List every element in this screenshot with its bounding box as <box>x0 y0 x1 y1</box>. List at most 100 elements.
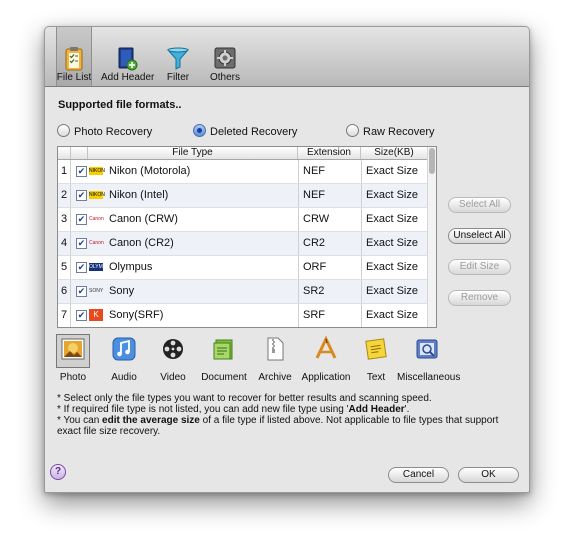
table-row[interactable]: 4 ✔ Canon Canon (CR2) CR2 Exact Size <box>58 232 428 256</box>
file-type-name: Olympus <box>109 261 153 273</box>
row-checkbox[interactable]: ✔ <box>76 238 87 249</box>
file-size: Exact Size <box>361 256 426 279</box>
toolbar-file-list-button[interactable]: File List <box>56 27 92 86</box>
audio-note-icon <box>112 337 136 361</box>
note-line-3-bold: edit the average size <box>102 415 200 426</box>
toolbar-others-label: Others <box>209 72 240 83</box>
photo-recovery-label: Photo Recovery <box>74 126 153 138</box>
file-size: Exact Size <box>361 304 426 327</box>
file-size: Exact Size <box>361 160 426 183</box>
file-extension: CRW <box>298 208 363 231</box>
file-size: Exact Size <box>361 208 426 231</box>
file-extension: SR2 <box>298 280 363 303</box>
deleted-recovery-label: Deleted Recovery <box>210 126 298 138</box>
row-checkbox[interactable]: ✔ <box>76 310 87 321</box>
deleted-recovery-radio[interactable]: Deleted Recovery <box>193 124 297 138</box>
row-number: 1 <box>58 160 71 183</box>
file-size: Exact Size <box>361 232 426 255</box>
table-row[interactable]: 5 ✔ OLYMPUS Olympus ORF Exact Size <box>58 256 428 280</box>
toolbar-filter-button[interactable]: Filter <box>159 27 197 86</box>
text-note-icon <box>365 338 387 360</box>
file-extension: CR2 <box>298 232 363 255</box>
nikon-logo-icon: NIKON <box>89 191 105 199</box>
table-header: File Type Extension Size(KB) <box>58 147 428 160</box>
application-icon <box>315 336 337 359</box>
photo-icon <box>61 338 85 360</box>
edit-size-button[interactable]: Edit Size <box>448 259 511 275</box>
file-size: Exact Size <box>361 280 426 303</box>
kodak-logo-icon: K <box>89 309 103 321</box>
table-row[interactable]: 6 ✔ SONY Sony SR2 Exact Size <box>58 280 428 304</box>
gear-box-icon <box>214 47 236 69</box>
note-line-2-end: '. <box>404 404 410 415</box>
file-type-header[interactable]: File Type <box>88 147 298 159</box>
supported-formats-heading: Supported file formats.. <box>58 99 182 111</box>
note-line-2-bold: Add Header <box>348 404 405 415</box>
film-reel-icon <box>163 339 183 359</box>
size-header[interactable]: Size(KB) <box>361 147 427 159</box>
row-number-header <box>58 147 71 159</box>
table-row[interactable]: 3 ✔ Canon Canon (CRW) CRW Exact Size <box>58 208 428 232</box>
help-button[interactable]: ? <box>50 464 66 480</box>
toolbar-add-header-label: Add Header <box>101 72 155 83</box>
canon-logo-icon: Canon <box>89 216 104 222</box>
raw-recovery-label: Raw Recovery <box>363 126 435 138</box>
funnel-icon <box>166 47 190 70</box>
toolbar-filter-label: Filter <box>166 72 190 83</box>
table-row[interactable]: 2 ✔ NIKON Nikon (Intel) NEF Exact Size <box>58 184 428 208</box>
row-checkbox[interactable]: ✔ <box>76 190 87 201</box>
file-extension: NEF <box>298 184 363 207</box>
file-formats-dialog: File List Add Header Filter Others Suppo… <box>44 26 530 493</box>
row-number: 7 <box>58 304 71 327</box>
note-line-3-text: * You can <box>57 415 103 426</box>
category-miscellaneous-label: Miscellaneous <box>397 372 461 383</box>
file-type-name: Nikon (Motorola) <box>109 165 191 177</box>
canon-logo-icon: Canon <box>89 240 104 246</box>
table-row[interactable]: 7 ✔ K Sony(SRF) SRF Exact Size <box>58 304 428 327</box>
row-checkbox[interactable]: ✔ <box>76 214 87 225</box>
book-add-icon <box>118 47 138 71</box>
file-extension: SRF <box>298 304 363 327</box>
file-type-table: File Type Extension Size(KB) 1 ✔ NIKON N… <box>57 146 437 328</box>
file-extension: NEF <box>298 160 363 183</box>
file-type-name: Nikon (Intel) <box>109 189 169 201</box>
toolbar-others-button[interactable]: Others <box>205 27 245 86</box>
table-scrollbar[interactable] <box>427 147 436 327</box>
row-number: 5 <box>58 256 71 279</box>
remove-button[interactable]: Remove <box>448 290 511 306</box>
select-all-button[interactable]: Select All <box>448 197 511 213</box>
olympus-logo-icon: OLYMPUS <box>89 263 114 271</box>
cancel-button[interactable]: Cancel <box>388 467 449 483</box>
ok-button[interactable]: OK <box>458 467 519 483</box>
unselect-all-button[interactable]: Unselect All <box>448 228 511 244</box>
row-checkbox[interactable]: ✔ <box>76 262 87 273</box>
table-row[interactable]: 1 ✔ NIKON Nikon (Motorola) NEF Exact Siz… <box>58 160 428 184</box>
row-checkbox[interactable]: ✔ <box>76 286 87 297</box>
radio-button-unselected[interactable] <box>57 124 70 137</box>
scrollbar-thumb[interactable] <box>429 148 435 174</box>
file-size: Exact Size <box>361 184 426 207</box>
help-notes: * Select only the file types you want to… <box>57 393 519 437</box>
nikon-logo-icon: NIKON <box>89 167 105 175</box>
radio-button-selected[interactable] <box>193 124 206 137</box>
file-extension: ORF <box>298 256 363 279</box>
row-checkbox[interactable]: ✔ <box>76 166 87 177</box>
sony-logo-icon: SONY <box>89 288 104 294</box>
note-line-1: * Select only the file types you want to… <box>57 393 432 404</box>
clipboard-checklist-icon <box>65 47 83 71</box>
toolbar: File List Add Header Filter Others <box>45 27 529 87</box>
photo-recovery-radio[interactable]: Photo Recovery <box>57 124 152 138</box>
row-number: 3 <box>58 208 71 231</box>
note-line-2: * If required file type is not listed, y… <box>57 404 519 415</box>
radio-button-unselected[interactable] <box>346 124 359 137</box>
row-number: 6 <box>58 280 71 303</box>
file-type-name: Canon (CR2) <box>109 237 174 249</box>
misc-files-icon <box>416 339 438 359</box>
extension-header[interactable]: Extension <box>298 147 361 159</box>
checkbox-header <box>71 147 88 159</box>
toolbar-add-header-button[interactable]: Add Header <box>101 27 155 86</box>
row-number: 2 <box>58 184 71 207</box>
file-type-name: Sony <box>109 285 135 297</box>
raw-recovery-radio[interactable]: Raw Recovery <box>346 124 435 138</box>
note-line-3: * You can edit the average size of a fil… <box>57 415 519 437</box>
